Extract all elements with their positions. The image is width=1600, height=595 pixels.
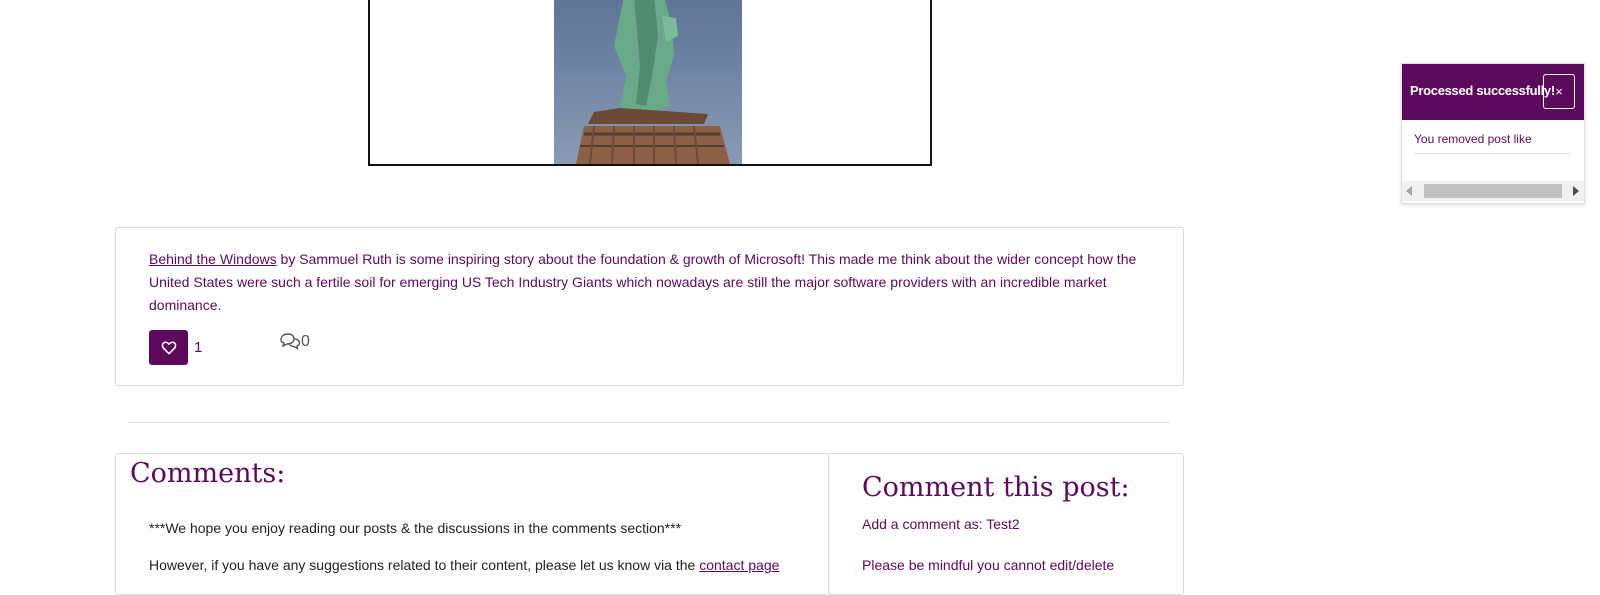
toast-close-button[interactable]: × xyxy=(1543,74,1575,109)
comment-form: Comment this post: Add a comment as: Tes… xyxy=(828,453,1184,595)
comment-bubbles-icon[interactable] xyxy=(279,332,301,355)
comment-warning: Please be mindful you cannot edit/delete xyxy=(862,557,1115,573)
comment-as-label: Add a comment as: Test2 xyxy=(862,516,1020,532)
post-body: by Sammuel Ruth is some inspiring story … xyxy=(149,251,1137,313)
section-divider xyxy=(128,422,1170,423)
post-image-statue-of-liberty xyxy=(554,0,742,164)
post-text: Behind the Windows by Sammuel Ruth is so… xyxy=(149,248,1149,317)
scroll-thumb[interactable] xyxy=(1424,184,1562,198)
scroll-left-arrow-icon[interactable] xyxy=(1406,186,1412,196)
comments-suggestion-text: However, if you have any suggestions rel… xyxy=(149,557,700,573)
close-icon: × xyxy=(1555,84,1563,99)
comments-title: Comments: xyxy=(130,458,286,489)
post-book-link[interactable]: Behind the Windows xyxy=(149,251,277,267)
toast-message: You removed post like xyxy=(1414,132,1572,154)
comments-note: ***We hope you enjoy reading our posts &… xyxy=(149,520,682,536)
toast-header: Processed successfully! × xyxy=(1402,64,1584,120)
comments-suggestion: However, if you have any suggestions rel… xyxy=(149,557,779,573)
toast-notification: Processed successfully! × You removed po… xyxy=(1401,63,1585,204)
contact-page-link[interactable]: contact page xyxy=(699,557,779,573)
scroll-right-arrow-icon[interactable] xyxy=(1573,186,1579,196)
toast-title: Processed successfully! xyxy=(1410,83,1555,98)
toast-horizontal-scrollbar[interactable] xyxy=(1402,181,1584,201)
heart-icon xyxy=(161,341,176,354)
like-button[interactable] xyxy=(149,330,188,365)
comment-form-title: Comment this post: xyxy=(862,472,1130,503)
post-image-frame xyxy=(368,0,932,166)
post-card: Behind the Windows by Sammuel Ruth is so… xyxy=(115,227,1184,386)
comment-count: 0 xyxy=(301,333,310,350)
like-count: 1 xyxy=(194,339,203,356)
comments-section: Comments: ***We hope you enjoy reading o… xyxy=(115,453,829,595)
